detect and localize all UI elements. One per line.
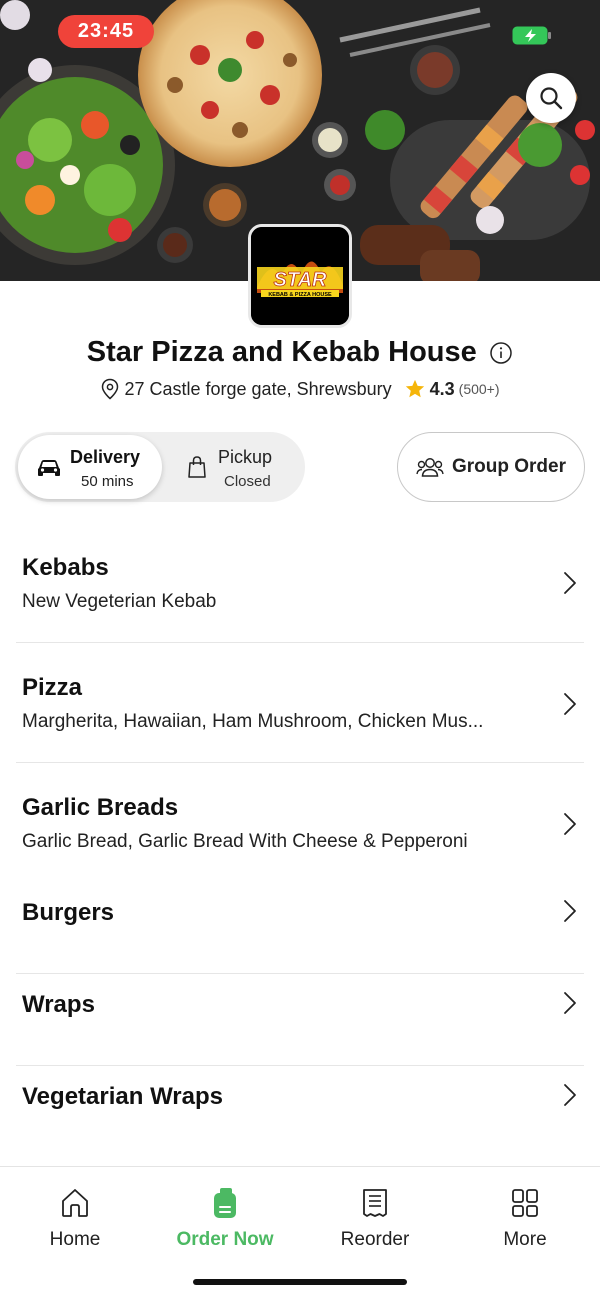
group-users-icon [416, 458, 444, 477]
chevron-right-icon [564, 1084, 576, 1106]
rating-value: 4.3 [429, 378, 455, 399]
search-button[interactable] [526, 73, 576, 123]
status-time: 23:45 [58, 15, 154, 48]
car-icon [38, 460, 60, 476]
category-wraps[interactable]: Wraps [0, 974, 600, 1066]
pickup-option[interactable]: Pickup Closed [165, 435, 302, 499]
restaurant-name: Star Pizza and Kebab House [86, 336, 477, 368]
battery-charging-icon [512, 26, 551, 45]
category-name: Pizza [22, 674, 83, 701]
order-icon [214, 1188, 236, 1218]
category-description: Margherita, Hawaiian, Ham Mushroom, Chic… [22, 711, 484, 732]
pickup-status: Closed [224, 473, 271, 490]
category-burgers[interactable]: Burgers [0, 882, 600, 974]
logo-subtext: KEBAB & PIZZA HOUSE [268, 292, 332, 298]
chevron-right-icon [564, 900, 576, 922]
category-pizza[interactable]: Pizza Margherita, Hawaiian, Ham Mushroom… [0, 643, 600, 763]
delivery-time: 50 mins [81, 473, 134, 490]
nav-order-now[interactable]: Order Now [150, 1187, 300, 1251]
group-order-button[interactable]: Group Order [397, 432, 585, 502]
order-mode-toggle: Delivery 50 mins Pickup Closed [15, 432, 305, 502]
nav-order-now-label: Order Now [176, 1229, 274, 1250]
restaurant-address: 27 Castle forge gate, Shrewsbury [124, 378, 392, 399]
category-kebabs[interactable]: Kebabs New Vegeterian Kebab [0, 522, 600, 643]
delivery-option[interactable]: Delivery 50 mins [18, 435, 162, 499]
nav-more[interactable]: More [450, 1187, 600, 1251]
title-row: Star Pizza and Kebab House [0, 336, 600, 369]
address-rating-row: 27 Castle forge gate, Shrewsbury 4.3 (50… [0, 378, 600, 400]
category-description: New Vegeterian Kebab [22, 591, 217, 612]
location-pin-icon [102, 378, 119, 400]
pickup-label: Pickup [218, 447, 273, 467]
shopping-bag-icon [188, 456, 206, 478]
chevron-right-icon [564, 813, 576, 835]
category-name: Kebabs [22, 554, 109, 581]
menu-category-list: Kebabs New Vegeterian Kebab Pizza Marghe… [0, 522, 600, 1158]
rating-count: (500+) [458, 381, 500, 397]
nav-reorder-label: Reorder [340, 1229, 410, 1250]
chevron-right-icon [564, 693, 576, 715]
category-name: Vegetarian Wraps [22, 1083, 223, 1110]
search-icon [540, 87, 563, 110]
category-garlic-breads[interactable]: Garlic Breads Garlic Bread, Garlic Bread… [0, 763, 600, 882]
chevron-right-icon [564, 572, 576, 594]
home-icon [62, 1189, 88, 1217]
grid-icon [512, 1189, 538, 1217]
nav-home-label: Home [49, 1229, 101, 1250]
home-indicator[interactable] [193, 1279, 407, 1285]
nav-more-label: More [503, 1229, 547, 1250]
category-description: Garlic Bread, Garlic Bread With Cheese &… [22, 831, 468, 852]
category-name: Burgers [22, 899, 115, 926]
category-name: Garlic Breads [22, 794, 179, 821]
chevron-right-icon [564, 992, 576, 1014]
star-icon [405, 379, 424, 398]
info-icon[interactable] [489, 341, 513, 365]
nav-home[interactable]: Home [0, 1187, 150, 1251]
receipt-icon [363, 1189, 387, 1217]
category-vegetarian-wraps[interactable]: Vegetarian Wraps [0, 1066, 600, 1158]
logo-text: STAR [274, 269, 328, 291]
nav-reorder[interactable]: Reorder [300, 1187, 450, 1251]
group-order-label: Group Order [451, 456, 566, 477]
delivery-label: Delivery [70, 447, 141, 467]
restaurant-logo: STAR KEBAB & PIZZA HOUSE [248, 224, 352, 328]
category-name: Wraps [22, 991, 95, 1018]
